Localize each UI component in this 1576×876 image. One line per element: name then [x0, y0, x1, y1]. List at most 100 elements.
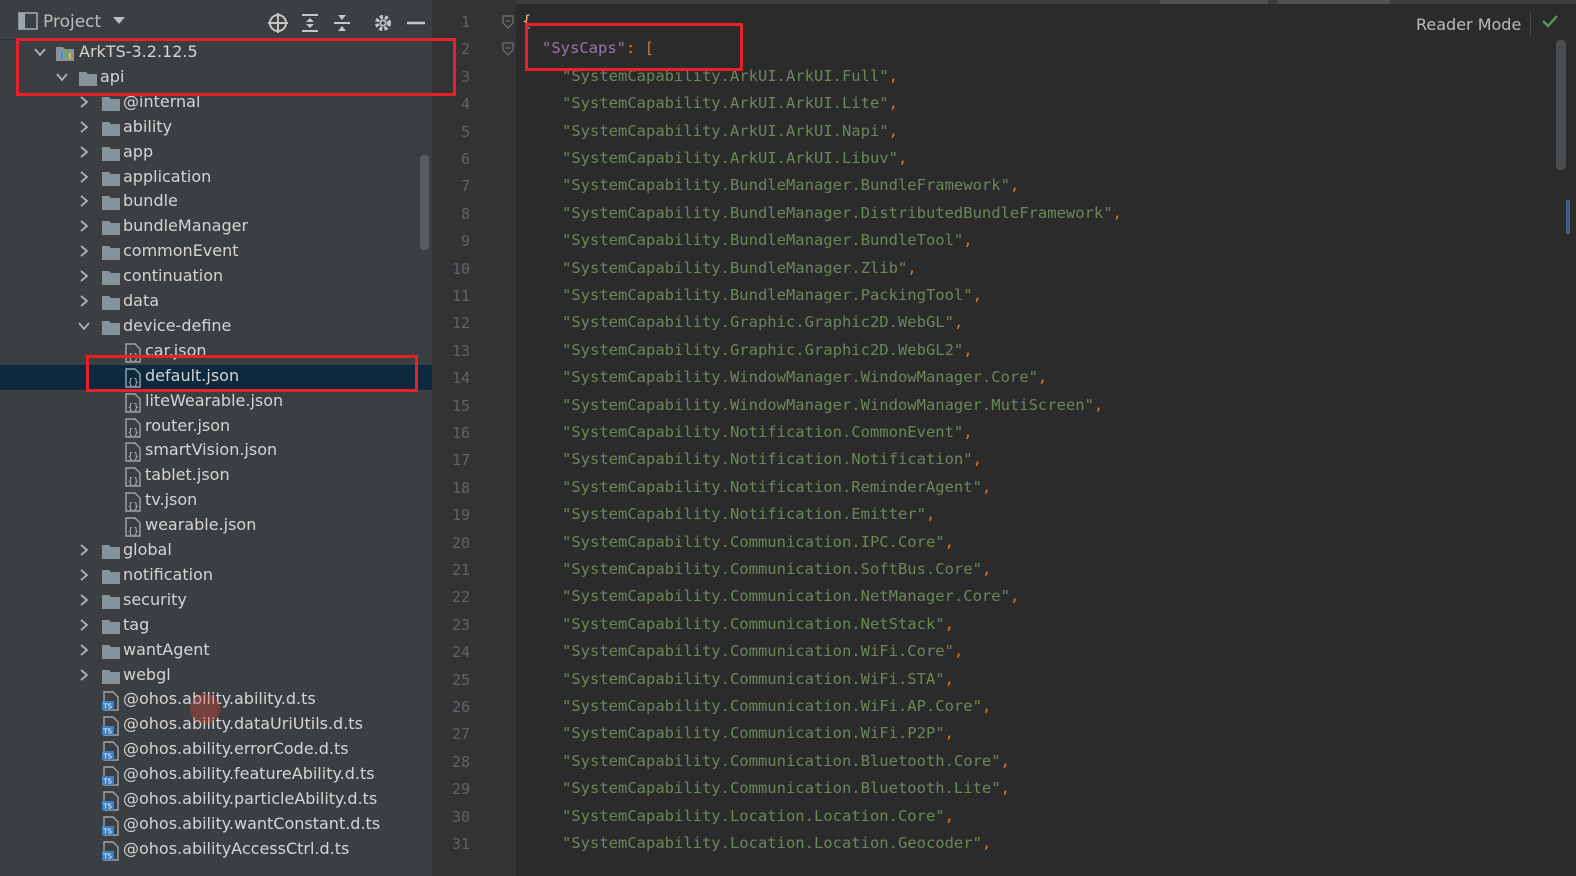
tree-folder-item[interactable]: bundle	[0, 190, 432, 215]
chevron-right-icon[interactable]	[78, 295, 90, 307]
tree-file-item[interactable]: {} wearable.json	[0, 514, 432, 539]
code-line[interactable]: "SystemCapability.Location.Location.Geoc…	[562, 834, 991, 852]
collapse-all-icon[interactable]	[331, 12, 353, 34]
code-line[interactable]: "SystemCapability.Communication.WiFi.STA…	[562, 670, 954, 688]
tree-file-item[interactable]: TS @ohos.ability.particleAbility.d.ts	[0, 788, 432, 813]
json-string-value: "SystemCapability.Communication.WiFi.P2P…	[562, 724, 945, 743]
code-line[interactable]: "SystemCapability.Communication.WiFi.AP.…	[562, 697, 991, 715]
tree-folder-item[interactable]: ability	[0, 116, 432, 141]
code-line[interactable]: "SystemCapability.BundleManager.PackingT…	[562, 286, 982, 304]
editor-tab[interactable]	[1278, 0, 1390, 4]
code-line[interactable]: "SystemCapability.Communication.IPC.Core…	[562, 533, 954, 551]
code-line[interactable]: "SystemCapability.Graphic.Graphic2D.WebG…	[562, 341, 973, 359]
json-comma: ,	[1009, 587, 1020, 606]
chevron-right-icon[interactable]	[78, 643, 90, 656]
code-line[interactable]: "SystemCapability.Notification.Emitter",	[562, 505, 935, 523]
gear-icon[interactable]	[372, 12, 394, 34]
check-icon[interactable]	[1542, 14, 1558, 28]
line-number: 15	[451, 396, 470, 415]
code-line[interactable]: "SystemCapability.ArkUI.ArkUI.Libuv",	[562, 149, 907, 167]
tree-file-item[interactable]: {} router.json	[0, 415, 432, 440]
editor-tab[interactable]	[1160, 0, 1268, 4]
tree-folder-item[interactable]: tag	[0, 614, 432, 639]
tree-file-item[interactable]: TS @ohos.ability.wantConstant.d.ts	[0, 813, 432, 838]
chevron-right-icon[interactable]	[78, 220, 90, 232]
editor-scrollbar[interactable]	[1556, 40, 1566, 170]
tree-folder-item[interactable]: data	[0, 290, 432, 315]
code-editor[interactable]: 1 2 3 4 5 6 7 8 9 10 11 12 13 14 15 16 17 18 19 20 21 22 23 24 2…	[432, 0, 1576, 876]
code-line[interactable]: "SystemCapability.Communication.SoftBus.…	[562, 560, 991, 578]
chevron-right-icon[interactable]	[78, 569, 90, 581]
code-line[interactable]: "SystemCapability.BundleManager.Zlib",	[562, 259, 917, 277]
tree-folder-item[interactable]: wantAgent	[0, 639, 432, 664]
json-comma: ,	[925, 505, 936, 524]
code-line[interactable]: "SystemCapability.Communication.Bluetoot…	[562, 752, 1010, 770]
json-string-value: "SystemCapability.Notification.Emitter"	[562, 505, 926, 524]
code-line[interactable]: "SystemCapability.Communication.Bluetoot…	[562, 779, 1010, 797]
tree-file-item[interactable]: TS @ohos.ability.errorCode.d.ts	[0, 738, 432, 763]
code-line[interactable]: "SystemCapability.Communication.NetManag…	[562, 587, 1019, 605]
tree-folder-item[interactable]: notification	[0, 564, 432, 589]
tree-folder-item[interactable]: application	[0, 166, 432, 191]
tree-folder-item[interactable]: app	[0, 141, 432, 166]
json-comma: ,	[972, 286, 982, 304]
chevron-right-icon[interactable]	[78, 170, 90, 183]
project-view-icon[interactable]	[18, 12, 38, 30]
chevron-right-icon[interactable]	[78, 96, 90, 108]
code-line[interactable]: "SystemCapability.BundleManager.BundleTo…	[562, 231, 973, 249]
locate-crosshair-icon[interactable]	[267, 12, 289, 34]
tree-file-item[interactable]: TS @ohos.ability.featureAbility.d.ts	[0, 763, 432, 788]
chevron-down-icon[interactable]	[112, 16, 126, 26]
tree-file-item[interactable]: {} tv.json	[0, 489, 432, 514]
code-line[interactable]: "SystemCapability.Communication.WiFi.Cor…	[562, 642, 963, 660]
tree-folder-item[interactable]: bundleManager	[0, 215, 432, 240]
chevron-right-icon[interactable]	[78, 594, 90, 606]
chevron-down-icon[interactable]	[78, 320, 90, 332]
json-comma: ,	[944, 669, 954, 688]
tree-item-label: data	[123, 291, 160, 310]
tree-file-item[interactable]: {} tablet.json	[0, 464, 432, 489]
tree-folder-item[interactable]: device-define	[0, 315, 432, 340]
code-line[interactable]: "SystemCapability.BundleManager.BundleFr…	[562, 176, 1019, 194]
chevron-right-icon[interactable]	[78, 195, 90, 208]
code-line[interactable]: "SystemCapability.Communication.NetStack…	[562, 615, 954, 633]
fold-marker-icon[interactable]	[502, 42, 514, 57]
code-line[interactable]: "SystemCapability.Notification.Notificat…	[562, 450, 982, 468]
expand-all-icon[interactable]	[299, 12, 321, 34]
code-line[interactable]: "SystemCapability.ArkUI.ArkUI.Lite",	[562, 94, 898, 112]
code-line[interactable]: "SystemCapability.Notification.ReminderA…	[562, 478, 991, 496]
panel-title[interactable]: Project	[43, 12, 101, 32]
minimize-icon[interactable]	[405, 12, 427, 34]
tree-folder-item[interactable]: global	[0, 539, 432, 564]
reader-mode-button[interactable]: Reader Mode	[1416, 15, 1521, 34]
tree-file-item[interactable]: {} liteWearable.json	[0, 390, 432, 415]
chevron-right-icon[interactable]	[78, 245, 90, 257]
chevron-right-icon[interactable]	[78, 145, 90, 158]
tree-folder-item[interactable]: commonEvent	[0, 240, 432, 265]
tree-folder-item[interactable]: webgl	[0, 664, 432, 689]
chevron-right-icon[interactable]	[78, 668, 90, 681]
fold-marker-icon[interactable]	[502, 15, 514, 29]
code-line[interactable]: "SystemCapability.BundleManager.Distribu…	[562, 204, 1122, 222]
chevron-right-icon[interactable]	[78, 120, 90, 133]
chevron-right-icon[interactable]	[78, 270, 90, 282]
tree-folder-item[interactable]: security	[0, 589, 432, 614]
code-line[interactable]: "SystemCapability.WindowManager.WindowMa…	[562, 396, 1103, 414]
tree-file-item[interactable]: {} smartVision.json	[0, 439, 432, 464]
json-string-value: "SystemCapability.BundleManager.Zlib"	[562, 258, 908, 277]
code-line[interactable]: "SystemCapability.ArkUI.ArkUI.Napi",	[562, 122, 898, 140]
code-line[interactable]: "SystemCapability.Notification.CommonEve…	[562, 423, 973, 441]
code-line[interactable]: "SystemCapability.Communication.WiFi.P2P…	[562, 724, 954, 742]
code-line[interactable]: "SystemCapability.WindowManager.WindowMa…	[562, 368, 1047, 386]
chevron-right-icon[interactable]	[78, 544, 90, 556]
json-string-value: "SystemCapability.BundleManager.BundleTo…	[562, 231, 964, 250]
tree-scrollbar[interactable]	[420, 155, 429, 250]
tree-item-label: smartVision.json	[145, 440, 278, 460]
tree-folder-item[interactable]: continuation	[0, 265, 432, 290]
code-line[interactable]: "SystemCapability.Graphic.Graphic2D.WebG…	[562, 313, 963, 331]
code-line[interactable]: "SystemCapability.Location.Location.Core…	[562, 807, 954, 825]
line-number: 5	[460, 122, 470, 141]
line-number: 26	[451, 698, 470, 716]
tree-file-item[interactable]: TS @ohos.abilityAccessCtrl.d.ts	[0, 838, 432, 863]
chevron-right-icon[interactable]	[78, 618, 90, 631]
